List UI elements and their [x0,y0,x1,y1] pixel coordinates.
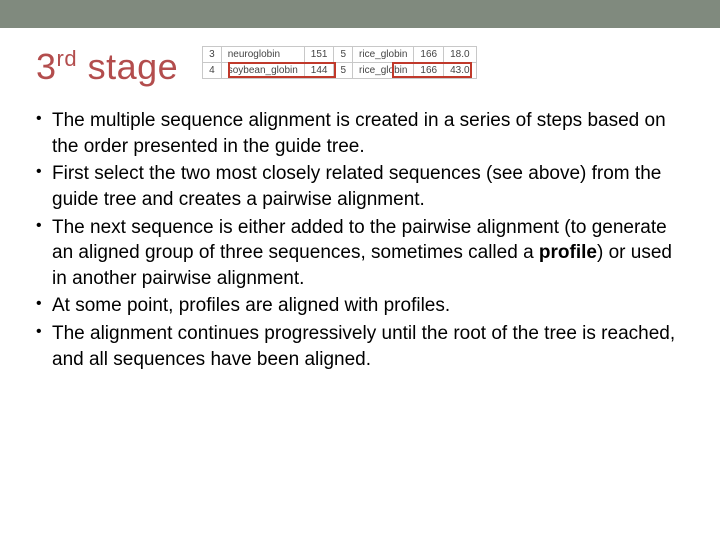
cell-v3: 166 [414,63,444,79]
cell-v3: 166 [414,47,444,63]
top-accent-bar [0,0,720,28]
slide: 3rd stage 3 neuroglobin 151 5 rice_globi… [0,0,720,540]
title-number: 3 [36,46,57,87]
bullet-bold: profile [539,242,597,263]
cell-v2: 5 [334,63,353,79]
table-row: 3 neuroglobin 151 5 rice_globin 166 18.0 [203,47,476,63]
bullet-text: First select the two most closely relate… [52,163,661,210]
title-word: stage [77,46,178,87]
header-row: 3rd stage 3 neuroglobin 151 5 rice_globi… [0,28,720,88]
list-item: The next sequence is either added to the… [36,215,684,292]
bullet-text: The multiple sequence alignment is creat… [52,110,666,157]
list-item: First select the two most closely relate… [36,161,684,212]
cell-v1: 144 [304,63,334,79]
bullet-list: The multiple sequence alignment is creat… [36,108,684,372]
cell-name1: neuroglobin [221,47,304,63]
cell-idx: 3 [203,47,222,63]
alignment-table: 3 neuroglobin 151 5 rice_globin 166 18.0… [202,46,476,79]
list-item: The alignment continues progressively un… [36,321,684,372]
data-table-wrap: 3 neuroglobin 151 5 rice_globin 166 18.0… [202,46,684,84]
cell-v1: 151 [304,47,334,63]
list-item: The multiple sequence alignment is creat… [36,108,684,159]
cell-v4: 43.0 [444,63,476,79]
page-title: 3rd stage [36,46,178,88]
table-container: 3 neuroglobin 151 5 rice_globin 166 18.0… [202,46,476,79]
cell-name2: rice_globin [353,63,414,79]
content-area: The multiple sequence alignment is creat… [0,88,720,372]
cell-idx: 4 [203,63,222,79]
cell-v2: 5 [334,47,353,63]
cell-name1: soybean_globin [221,63,304,79]
title-ordinal: rd [57,46,78,71]
table-row: 4 soybean_globin 144 5 rice_globin 166 4… [203,63,476,79]
cell-v4: 18.0 [444,47,476,63]
bullet-text: The alignment continues progressively un… [52,323,675,370]
cell-name2: rice_globin [353,47,414,63]
bullet-text: At some point, profiles are aligned with… [52,295,450,316]
list-item: At some point, profiles are aligned with… [36,293,684,319]
